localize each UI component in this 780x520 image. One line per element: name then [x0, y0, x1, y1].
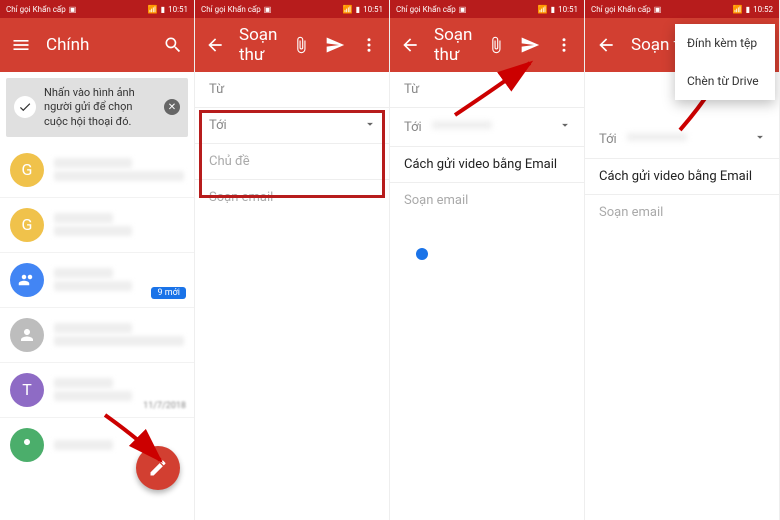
attach-icon[interactable]: [486, 34, 506, 56]
avatar[interactable]: G: [10, 153, 44, 187]
avatar[interactable]: [10, 318, 44, 352]
app-bar-inbox: Chính: [0, 18, 194, 72]
avatar[interactable]: [10, 428, 44, 462]
signal-icon: 📶: [148, 5, 158, 14]
to-field[interactable]: Tới: [585, 120, 779, 159]
from-field[interactable]: Từ: [195, 72, 389, 108]
search-icon[interactable]: [162, 34, 184, 56]
menu-insert-drive[interactable]: Chèn từ Drive: [675, 62, 775, 100]
status-bar: Chỉ gọi Khẩn cấp ▣ 📶▮10:52: [585, 0, 779, 18]
chevron-down-icon[interactable]: [753, 130, 767, 148]
list-item[interactable]: 9 mới: [0, 253, 194, 308]
body-field[interactable]: Soạn email: [195, 180, 389, 215]
signal-icon: 📶: [538, 5, 548, 14]
attach-icon[interactable]: [291, 34, 311, 56]
from-field[interactable]: Từ: [390, 72, 584, 108]
body-field[interactable]: Soạn email: [390, 183, 584, 218]
status-time: 10:51: [168, 5, 188, 14]
close-icon[interactable]: ✕: [164, 99, 180, 115]
facebook-icon: ▣: [69, 5, 77, 14]
compose-fab[interactable]: [136, 446, 180, 490]
tip-text: Nhấn vào hình ảnh người gửi để chọn cuộc…: [44, 86, 156, 129]
subject-field[interactable]: Cách gửi video bằng Email: [390, 147, 584, 183]
subject-field[interactable]: Chủ đề: [195, 144, 389, 180]
list-item[interactable]: [0, 308, 194, 363]
back-icon[interactable]: [595, 34, 617, 56]
more-icon[interactable]: [554, 34, 574, 56]
item-date: 11/7/2018: [143, 401, 186, 411]
body-field[interactable]: Soạn email: [585, 195, 779, 230]
status-bar: Chỉ gọi Khẩn cấp ▣ 📶▮10:51: [390, 0, 584, 18]
to-field[interactable]: Tới: [195, 108, 389, 144]
send-icon[interactable]: [325, 34, 345, 56]
avatar[interactable]: [10, 263, 44, 297]
list-item[interactable]: G: [0, 143, 194, 198]
avatar[interactable]: G: [10, 208, 44, 242]
panel-attach-menu: Chỉ gọi Khẩn cấp ▣ 📶▮10:52 Soạn thư Đính…: [585, 0, 780, 520]
back-icon[interactable]: [205, 34, 225, 56]
facebook-icon: ▣: [264, 5, 272, 14]
unread-badge: 9 mới: [151, 287, 186, 299]
list-item[interactable]: G: [0, 198, 194, 253]
check-icon: [14, 96, 36, 118]
send-icon[interactable]: [520, 34, 540, 56]
item-preview: [54, 210, 184, 239]
battery-icon: ▮: [746, 5, 750, 14]
inbox-title: Chính: [46, 35, 148, 55]
status-bar: Chỉ gọi Khẩn cấp ▣ 📶▮10:51: [195, 0, 389, 18]
to-field[interactable]: Tới: [390, 108, 584, 147]
facebook-icon: ▣: [459, 5, 467, 14]
battery-icon: ▮: [356, 5, 360, 14]
chevron-down-icon[interactable]: [363, 117, 377, 135]
signal-icon: 📶: [343, 5, 353, 14]
battery-icon: ▮: [161, 5, 165, 14]
panel-compose-filled: Chỉ gọi Khẩn cấp ▣ 📶▮10:51 Soạn thư Từ T…: [390, 0, 585, 520]
panel-inbox: Chỉ gọi Khẩn cấp ▣ 📶▮10:51 Chính Nhấn và…: [0, 0, 195, 520]
item-preview: [54, 155, 184, 184]
list-item[interactable]: T 11/7/2018: [0, 363, 194, 418]
facebook-icon: ▣: [654, 5, 662, 14]
signal-icon: 📶: [733, 5, 743, 14]
battery-icon: ▮: [551, 5, 555, 14]
back-icon[interactable]: [400, 34, 420, 56]
subject-field[interactable]: Cách gửi video bằng Email: [585, 159, 779, 195]
status-bar: Chỉ gọi Khẩn cấp ▣ 📶▮10:51: [0, 0, 194, 18]
menu-icon[interactable]: [10, 34, 32, 56]
compose-title: Soạn thư: [434, 25, 472, 65]
compose-title: Soạn thư: [239, 25, 277, 65]
item-preview: [54, 320, 184, 349]
app-bar-compose: Soạn thư: [390, 18, 584, 72]
avatar[interactable]: T: [10, 373, 44, 407]
app-bar-compose: Soạn thư: [195, 18, 389, 72]
attach-menu: Đính kèm tệp Chèn từ Drive: [675, 24, 775, 100]
chevron-down-icon[interactable]: [558, 118, 572, 136]
more-icon[interactable]: [359, 34, 379, 56]
status-call: Chỉ gọi Khẩn cấp: [6, 5, 66, 14]
cursor-indicator: [416, 248, 428, 260]
menu-attach-file[interactable]: Đính kèm tệp: [675, 24, 775, 62]
panel-compose-empty: Chỉ gọi Khẩn cấp ▣ 📶▮10:51 Soạn thư Từ T…: [195, 0, 390, 520]
tip-banner: Nhấn vào hình ảnh người gửi để chọn cuộc…: [6, 78, 188, 137]
